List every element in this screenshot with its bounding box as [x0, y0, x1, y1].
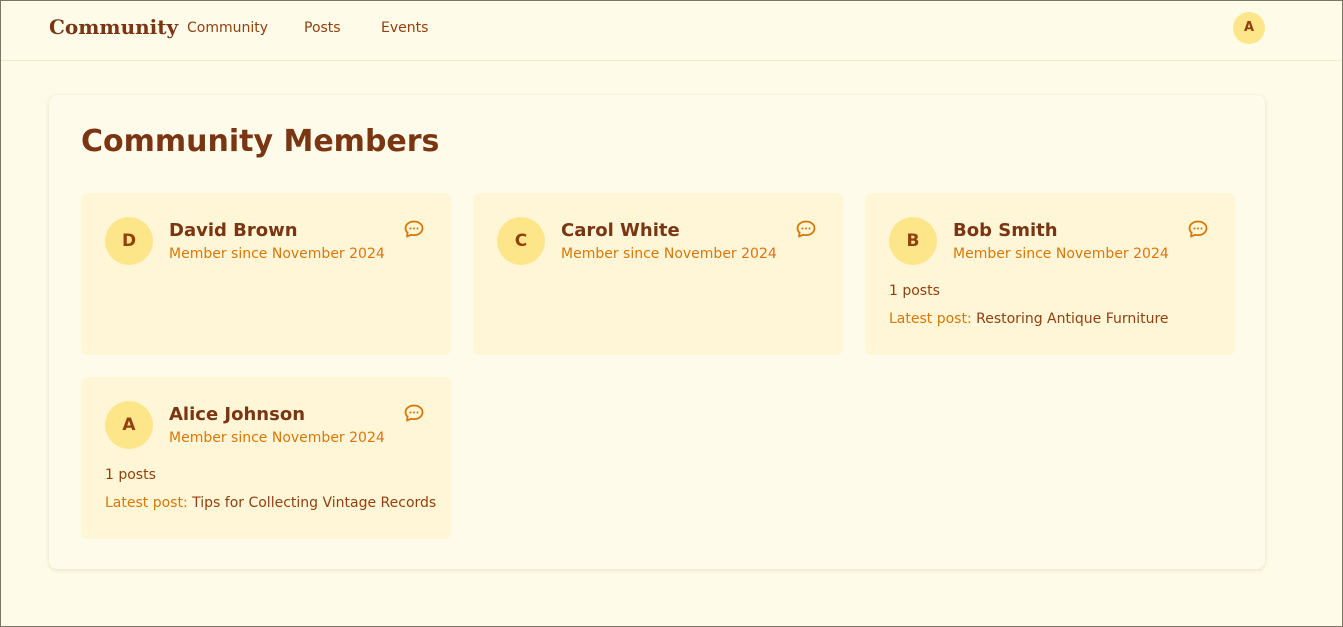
latest-post: Latest post: Tips for Collecting Vintage… [105, 494, 436, 512]
member-since: Member since November 2024 [169, 430, 385, 446]
message-button[interactable] [794, 217, 818, 241]
page-title: Community Members [81, 124, 440, 159]
latest-post-link[interactable]: Restoring Antique Furniture [976, 311, 1168, 327]
member-avatar: C [497, 217, 545, 265]
message-circle-icon [1186, 217, 1210, 241]
member-card-alice-johnson: A Alice Johnson Member since November 20… [81, 377, 451, 539]
post-count: 1 posts [889, 283, 940, 299]
latest-post: Latest post: Restoring Antique Furniture [889, 310, 1169, 328]
member-card-david-brown: D David Brown Member since November 2024 [81, 193, 451, 355]
message-circle-icon [794, 217, 818, 241]
member-avatar: B [889, 217, 937, 265]
member-avatar: D [105, 217, 153, 265]
message-circle-icon [402, 217, 426, 241]
message-circle-icon [402, 401, 426, 425]
member-since: Member since November 2024 [953, 246, 1169, 262]
member-name: David Brown [169, 220, 298, 241]
member-avatar: A [105, 401, 153, 449]
message-button[interactable] [1186, 217, 1210, 241]
member-card-carol-white: C Carol White Member since November 2024 [473, 193, 843, 355]
user-avatar-button[interactable]: A [1233, 12, 1265, 44]
message-button[interactable] [402, 217, 426, 241]
member-name: Carol White [561, 220, 680, 241]
member-since: Member since November 2024 [561, 246, 777, 262]
message-button[interactable] [402, 401, 426, 425]
latest-post-link[interactable]: Tips for Collecting Vintage Records [192, 495, 436, 511]
latest-post-label: Latest post: [889, 311, 977, 327]
member-card-bob-smith: B Bob Smith Member since November 2024 1… [865, 193, 1235, 355]
post-count: 1 posts [105, 467, 156, 483]
member-since: Member since November 2024 [169, 246, 385, 262]
nav-link-community[interactable]: Community [187, 19, 268, 37]
nav-link-posts[interactable]: Posts [304, 19, 341, 37]
nav-link-events[interactable]: Events [381, 19, 428, 37]
latest-post-label: Latest post: [105, 495, 193, 511]
members-panel: Community Members D David Brown Member s… [49, 95, 1265, 569]
top-navigation-bar: Community Community Posts Events A [1, 1, 1342, 61]
member-name: Alice Johnson [169, 404, 306, 425]
site-brand[interactable]: Community [49, 15, 178, 39]
member-name: Bob Smith [953, 220, 1058, 241]
